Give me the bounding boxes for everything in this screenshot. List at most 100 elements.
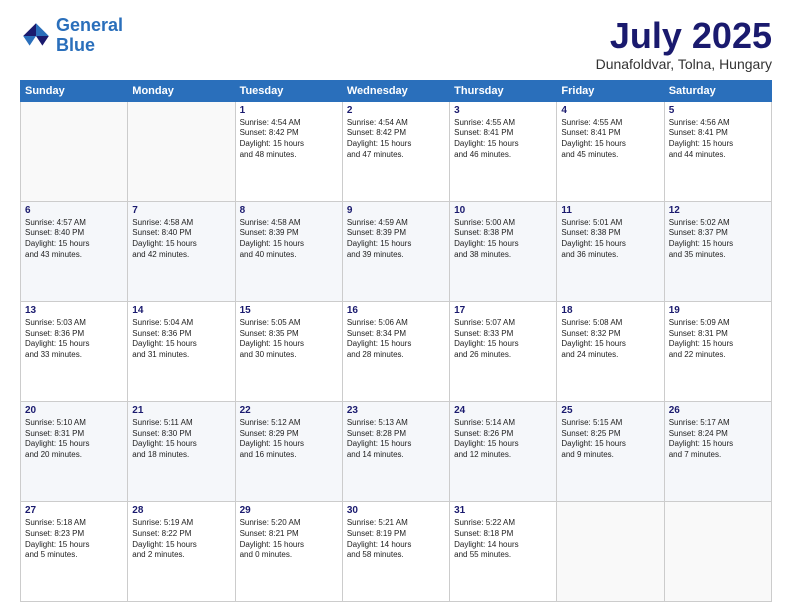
logo-icon bbox=[20, 20, 52, 52]
day-number: 31 bbox=[454, 505, 552, 516]
calendar-cell: 1 Sunrise: 4:54 AM Sunset: 8:42 PM Daylig… bbox=[235, 101, 342, 201]
day-info: Sunrise: 5:12 AM Sunset: 8:29 PM Dayligh… bbox=[240, 418, 338, 461]
day-number: 5 bbox=[669, 105, 767, 116]
day-number: 13 bbox=[25, 305, 123, 316]
calendar-cell: 12Sunrise: 5:02 AM Sunset: 8:37 PM Dayli… bbox=[664, 201, 771, 301]
calendar-cell: 30 Sunrise: 5:21 AM Sunset: 8:19 PM Dayli… bbox=[342, 501, 449, 601]
header-day-thursday: Thursday bbox=[450, 80, 557, 101]
day-info: Sunrise: 5:19 AM Sunset: 8:22 PM Dayligh… bbox=[132, 518, 230, 561]
calendar-cell: 11 Sunrise: 5:01 AM Sunset: 8:38 PM Dayli… bbox=[557, 201, 664, 301]
logo-text: General Blue bbox=[56, 16, 123, 56]
calendar-cell: 7 Sunrise: 4:58 AM Sunset: 8:40 PM Daylig… bbox=[128, 201, 235, 301]
day-number: 8 bbox=[240, 205, 338, 216]
day-info: Sunrise: 5:00 AM Sunset: 8:38 PM Dayligh… bbox=[454, 218, 552, 261]
day-info: Sunrise: 4:59 AM Sunset: 8:39 PM Dayligh… bbox=[347, 218, 445, 261]
day-number: 16 bbox=[347, 305, 445, 316]
day-number: 27 bbox=[25, 505, 123, 516]
day-number: 2 bbox=[347, 105, 445, 116]
day-info: Sunrise: 5:02 AM Sunset: 8:37 PM Dayligh… bbox=[669, 218, 767, 261]
calendar-cell: 6Sunrise: 4:57 AM Sunset: 8:40 PM Daylig… bbox=[21, 201, 128, 301]
day-info: Sunrise: 5:14 AM Sunset: 8:26 PM Dayligh… bbox=[454, 418, 552, 461]
calendar-cell: 28 Sunrise: 5:19 AM Sunset: 8:22 PM Dayli… bbox=[128, 501, 235, 601]
calendar-cell: 17 Sunrise: 5:07 AM Sunset: 8:33 PM Dayli… bbox=[450, 301, 557, 401]
day-number: 17 bbox=[454, 305, 552, 316]
day-number: 1 bbox=[240, 105, 338, 116]
calendar-header-row: SundayMondayTuesdayWednesdayThursdayFrid… bbox=[21, 80, 772, 101]
calendar-cell bbox=[128, 101, 235, 201]
day-info: Sunrise: 5:09 AM Sunset: 8:31 PM Dayligh… bbox=[669, 318, 767, 361]
day-info: Sunrise: 5:08 AM Sunset: 8:32 PM Dayligh… bbox=[561, 318, 659, 361]
day-number: 14 bbox=[132, 305, 230, 316]
calendar-cell: 25Sunrise: 5:15 AM Sunset: 8:25 PM Dayli… bbox=[557, 401, 664, 501]
calendar: SundayMondayTuesdayWednesdayThursdayFrid… bbox=[20, 80, 772, 602]
calendar-cell: 9 Sunrise: 4:59 AM Sunset: 8:39 PM Daylig… bbox=[342, 201, 449, 301]
calendar-cell: 31 Sunrise: 5:22 AM Sunset: 8:18 PM Dayli… bbox=[450, 501, 557, 601]
day-number: 19 bbox=[669, 305, 767, 316]
day-number: 24 bbox=[454, 405, 552, 416]
calendar-cell: 3Sunrise: 4:55 AM Sunset: 8:41 PM Daylig… bbox=[450, 101, 557, 201]
week-row-4: 20Sunrise: 5:10 AM Sunset: 8:31 PM Dayli… bbox=[21, 401, 772, 501]
day-info: Sunrise: 5:06 AM Sunset: 8:34 PM Dayligh… bbox=[347, 318, 445, 361]
day-info: Sunrise: 4:57 AM Sunset: 8:40 PM Dayligh… bbox=[25, 218, 123, 261]
header-day-monday: Monday bbox=[128, 80, 235, 101]
day-info: Sunrise: 5:07 AM Sunset: 8:33 PM Dayligh… bbox=[454, 318, 552, 361]
calendar-cell: 15Sunrise: 5:05 AM Sunset: 8:35 PM Dayli… bbox=[235, 301, 342, 401]
logo: General Blue bbox=[20, 16, 123, 56]
calendar-cell: 23 Sunrise: 5:13 AM Sunset: 8:28 PM Dayli… bbox=[342, 401, 449, 501]
main-title: July 2025 bbox=[596, 16, 772, 56]
day-info: Sunrise: 5:21 AM Sunset: 8:19 PM Dayligh… bbox=[347, 518, 445, 561]
day-number: 28 bbox=[132, 505, 230, 516]
day-info: Sunrise: 5:01 AM Sunset: 8:38 PM Dayligh… bbox=[561, 218, 659, 261]
subtitle: Dunafoldvar, Tolna, Hungary bbox=[596, 56, 772, 72]
day-number: 23 bbox=[347, 405, 445, 416]
day-number: 26 bbox=[669, 405, 767, 416]
header-day-saturday: Saturday bbox=[664, 80, 771, 101]
calendar-cell bbox=[664, 501, 771, 601]
day-number: 7 bbox=[132, 205, 230, 216]
day-info: Sunrise: 4:54 AM Sunset: 8:42 PM Dayligh… bbox=[240, 118, 338, 161]
calendar-cell: 27 Sunrise: 5:18 AM Sunset: 8:23 PM Dayli… bbox=[21, 501, 128, 601]
calendar-cell: 29 Sunrise: 5:20 AM Sunset: 8:21 PM Dayli… bbox=[235, 501, 342, 601]
calendar-cell: 2Sunrise: 4:54 AM Sunset: 8:42 PM Daylig… bbox=[342, 101, 449, 201]
day-number: 29 bbox=[240, 505, 338, 516]
day-info: Sunrise: 5:18 AM Sunset: 8:23 PM Dayligh… bbox=[25, 518, 123, 561]
header-day-friday: Friday bbox=[557, 80, 664, 101]
day-info: Sunrise: 5:20 AM Sunset: 8:21 PM Dayligh… bbox=[240, 518, 338, 561]
day-number: 10 bbox=[454, 205, 552, 216]
day-number: 11 bbox=[561, 205, 659, 216]
day-number: 25 bbox=[561, 405, 659, 416]
header-day-wednesday: Wednesday bbox=[342, 80, 449, 101]
header: General Blue July 2025 Dunafoldvar, Toln… bbox=[20, 16, 772, 72]
day-number: 18 bbox=[561, 305, 659, 316]
day-info: Sunrise: 5:11 AM Sunset: 8:30 PM Dayligh… bbox=[132, 418, 230, 461]
header-day-tuesday: Tuesday bbox=[235, 80, 342, 101]
calendar-cell: 18 Sunrise: 5:08 AM Sunset: 8:32 PM Dayli… bbox=[557, 301, 664, 401]
day-number: 9 bbox=[347, 205, 445, 216]
day-info: Sunrise: 5:17 AM Sunset: 8:24 PM Dayligh… bbox=[669, 418, 767, 461]
calendar-cell: 10 Sunrise: 5:00 AM Sunset: 8:38 PM Dayli… bbox=[450, 201, 557, 301]
day-info: Sunrise: 5:04 AM Sunset: 8:36 PM Dayligh… bbox=[132, 318, 230, 361]
day-info: Sunrise: 4:56 AM Sunset: 8:41 PM Dayligh… bbox=[669, 118, 767, 161]
calendar-cell bbox=[21, 101, 128, 201]
calendar-cell: 4Sunrise: 4:55 AM Sunset: 8:41 PM Daylig… bbox=[557, 101, 664, 201]
title-block: July 2025 Dunafoldvar, Tolna, Hungary bbox=[596, 16, 772, 72]
day-number: 3 bbox=[454, 105, 552, 116]
header-day-sunday: Sunday bbox=[21, 80, 128, 101]
day-number: 21 bbox=[132, 405, 230, 416]
calendar-cell: 14 Sunrise: 5:04 AM Sunset: 8:36 PM Dayli… bbox=[128, 301, 235, 401]
calendar-cell: 19 Sunrise: 5:09 AM Sunset: 8:31 PM Dayli… bbox=[664, 301, 771, 401]
week-row-1: 1 Sunrise: 4:54 AM Sunset: 8:42 PM Daylig… bbox=[21, 101, 772, 201]
day-info: Sunrise: 5:22 AM Sunset: 8:18 PM Dayligh… bbox=[454, 518, 552, 561]
week-row-5: 27 Sunrise: 5:18 AM Sunset: 8:23 PM Dayli… bbox=[21, 501, 772, 601]
calendar-cell bbox=[557, 501, 664, 601]
day-info: Sunrise: 4:58 AM Sunset: 8:39 PM Dayligh… bbox=[240, 218, 338, 261]
calendar-cell: 5 Sunrise: 4:56 AM Sunset: 8:41 PM Daylig… bbox=[664, 101, 771, 201]
day-info: Sunrise: 5:13 AM Sunset: 8:28 PM Dayligh… bbox=[347, 418, 445, 461]
day-info: Sunrise: 5:03 AM Sunset: 8:36 PM Dayligh… bbox=[25, 318, 123, 361]
day-info: Sunrise: 5:05 AM Sunset: 8:35 PM Dayligh… bbox=[240, 318, 338, 361]
day-info: Sunrise: 4:58 AM Sunset: 8:40 PM Dayligh… bbox=[132, 218, 230, 261]
day-number: 30 bbox=[347, 505, 445, 516]
calendar-cell: 8 Sunrise: 4:58 AM Sunset: 8:39 PM Daylig… bbox=[235, 201, 342, 301]
calendar-cell: 21 Sunrise: 5:11 AM Sunset: 8:30 PM Dayli… bbox=[128, 401, 235, 501]
day-number: 22 bbox=[240, 405, 338, 416]
